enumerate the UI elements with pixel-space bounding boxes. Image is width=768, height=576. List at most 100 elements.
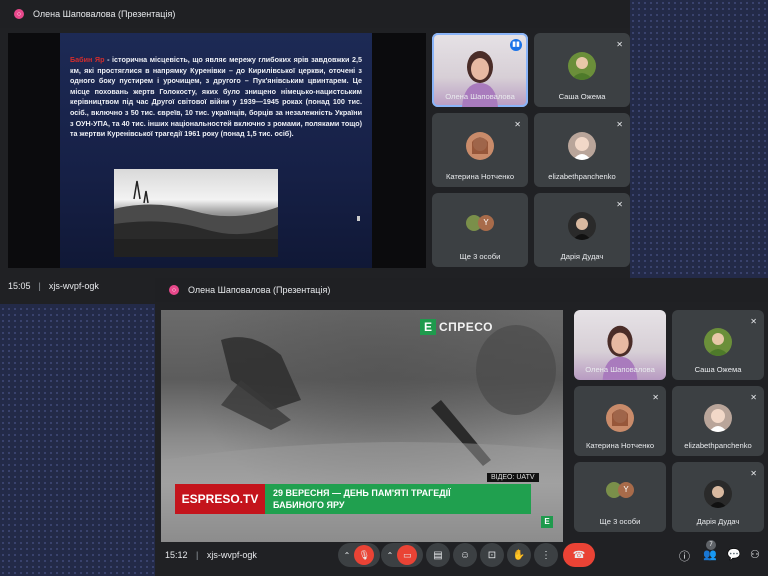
more-vert-icon: ⋮ bbox=[541, 549, 551, 561]
slide-body: - історична місцевість, що являє мережу … bbox=[70, 55, 362, 139]
participant-name: Олена Шаповалова bbox=[585, 365, 655, 374]
participant-tile-self[interactable]: Олена Шаповалова bbox=[574, 310, 666, 380]
emoji-icon: ☺ bbox=[459, 549, 471, 561]
present-button[interactable]: ⊡ bbox=[480, 543, 504, 567]
mouse-cursor bbox=[357, 216, 360, 221]
avatar bbox=[568, 52, 596, 81]
raise-hand-button[interactable]: ✋ bbox=[507, 543, 531, 567]
mic-off-icon: ✕ bbox=[616, 40, 623, 49]
mic-off-icon: ✕ bbox=[750, 393, 757, 402]
participant-tile[interactable]: ✕ Саша Ожема bbox=[534, 33, 630, 107]
participant-tile[interactable]: ✕ elizabethpanchenko bbox=[534, 113, 630, 187]
chevron-up-icon: ⌃ bbox=[386, 550, 394, 560]
participant-tile[interactable]: ✕ Дарія Дудач bbox=[534, 193, 630, 267]
shared-video: Е СПРЕСО ВІДЕО: UATV ESPRESO.TV 29 ВЕРЕС… bbox=[161, 310, 563, 542]
avatar-initial: Y bbox=[618, 482, 634, 498]
slide-content: Бабин Яр - історична місцевість, що явля… bbox=[60, 33, 372, 268]
speaking-indicator-icon: ▮▮ bbox=[510, 39, 522, 51]
mic-off-icon: ✕ bbox=[750, 317, 757, 326]
participant-name: Катерина Нотченко bbox=[445, 172, 515, 181]
camera-off-icon[interactable]: ▭ bbox=[397, 545, 418, 565]
participant-name: Саша Ожема bbox=[694, 365, 742, 374]
more-options-button[interactable]: ⋮ bbox=[534, 543, 558, 567]
participant-tile-others[interactable]: Y Ще 3 особи bbox=[574, 462, 666, 532]
presentation-title: Олена Шаповалова (Презентація) bbox=[33, 9, 176, 19]
news-lower-third: ESPRESO.TV 29 ВЕРЕСНЯ — ДЕНЬ ПАМ'ЯТІ ТРА… bbox=[175, 484, 531, 514]
people-icon[interactable]: 👥 bbox=[703, 548, 717, 561]
participant-tile[interactable]: ✕ Катерина Нотченко bbox=[432, 113, 528, 187]
meet-window-top: ○ Олена Шаповалова (Презентація) Бабин Я… bbox=[0, 0, 630, 304]
others-avatars: Y bbox=[466, 214, 494, 231]
participant-tile[interactable]: ✕ Дарія Дудач bbox=[672, 462, 764, 532]
presenter-avatar-icon: ○ bbox=[14, 9, 24, 19]
mic-off-icon: ✕ bbox=[652, 393, 659, 402]
participant-name: Саша Ожема bbox=[558, 92, 606, 101]
chat-icon[interactable]: 💬 bbox=[727, 548, 741, 561]
avatar-initial: Y bbox=[478, 214, 494, 231]
participant-name: Дарія Дудач bbox=[696, 517, 740, 526]
espreso-logo-text: СПРЕСО bbox=[439, 320, 493, 334]
avatar bbox=[704, 479, 732, 508]
participant-tile[interactable]: ✕ Саша Ожема bbox=[672, 310, 764, 380]
participant-tile-self[interactable]: ▮▮ Олена Шаповалова bbox=[432, 33, 528, 107]
others-avatars: Y bbox=[606, 482, 634, 498]
participant-name: elizabethpanchenko bbox=[548, 172, 616, 181]
divider: | bbox=[38, 281, 41, 291]
channel-brand: ESPRESO.TV bbox=[175, 484, 265, 514]
ravine-photo bbox=[114, 180, 278, 257]
espreso-logo: Е bbox=[420, 319, 437, 335]
chevron-up-icon: ⌃ bbox=[343, 550, 351, 560]
avatar bbox=[704, 403, 732, 432]
participant-name: Дарія Дудач bbox=[560, 252, 604, 261]
slide-highlight: Бабин Яр bbox=[70, 55, 105, 64]
mic-off-icon: ✕ bbox=[750, 469, 757, 478]
captions-button[interactable]: ▤ bbox=[426, 543, 450, 567]
participant-tile[interactable]: ✕ elizabethpanchenko bbox=[672, 386, 764, 456]
presentation-title: Олена Шаповалова (Презентація) bbox=[188, 285, 331, 295]
participant-name: Олена Шаповалова bbox=[445, 92, 515, 101]
leave-call-button[interactable]: ☎ bbox=[563, 543, 595, 567]
present-screen-icon: ⊡ bbox=[487, 549, 497, 561]
avatar bbox=[568, 212, 596, 241]
video-credit: ВІДЕО: UATV bbox=[487, 473, 539, 482]
clock: 15:12 bbox=[165, 550, 188, 560]
channel-corner-logo: Е bbox=[541, 516, 553, 528]
participant-tile[interactable]: ✕ Катерина Нотченко bbox=[574, 386, 666, 456]
camera-control[interactable]: ⌃ ▭ bbox=[381, 543, 423, 567]
avatar bbox=[606, 403, 634, 432]
participant-name: Ще 3 особи bbox=[599, 517, 641, 526]
meet-window-bottom: ○ Олена Шаповалова (Презентація) Е СПРЕС… bbox=[155, 278, 768, 576]
mic-off-icon[interactable]: 🎙 bbox=[354, 545, 375, 565]
meeting-code: xjs-wvpf-ogk bbox=[48, 281, 99, 291]
participant-tile-others[interactable]: Y Ще 3 особи bbox=[432, 193, 528, 267]
mic-off-icon: ✕ bbox=[514, 120, 521, 129]
divider: | bbox=[196, 550, 199, 560]
avatar bbox=[568, 132, 596, 161]
participant-name: Ще 3 особи bbox=[459, 252, 501, 261]
headline-line-2: БАБИНОГО ЯРУ bbox=[273, 500, 345, 510]
activities-icon[interactable]: ⚇ bbox=[750, 548, 760, 561]
hang-up-icon: ☎ bbox=[572, 549, 586, 561]
presenter-avatar-icon: ○ bbox=[169, 285, 179, 295]
mic-control[interactable]: ⌃ 🎙 bbox=[338, 543, 380, 567]
reactions-button[interactable]: ☺ bbox=[453, 543, 477, 567]
headline-line-1: 29 ВЕРЕСНЯ — ДЕНЬ ПАМ'ЯТІ ТРАГЕДІЇ bbox=[273, 488, 451, 498]
mic-off-icon: ✕ bbox=[616, 200, 623, 209]
mic-off-icon: ✕ bbox=[616, 120, 623, 129]
slide-text: Бабин Яр - історична місцевість, що явля… bbox=[70, 55, 362, 140]
slide-photo bbox=[114, 169, 278, 257]
avatar bbox=[466, 132, 494, 161]
participant-name: elizabethpanchenko bbox=[684, 441, 752, 450]
info-icon[interactable]: ⓘ bbox=[679, 548, 690, 564]
presentation-title-bar: ○ Олена Шаповалова (Презентація) bbox=[0, 0, 630, 28]
participant-name: Катерина Нотченко bbox=[585, 441, 655, 450]
meeting-info-bar: 15:12 | xjs-wvpf-ogk bbox=[165, 550, 257, 560]
news-headline: 29 ВЕРЕСНЯ — ДЕНЬ ПАМ'ЯТІ ТРАГЕДІЇ БАБИН… bbox=[265, 484, 531, 514]
meeting-code: xjs-wvpf-ogk bbox=[206, 550, 257, 560]
captions-icon: ▤ bbox=[433, 549, 443, 561]
avatar bbox=[704, 327, 732, 356]
presentation-title-bar: ○ Олена Шаповалова (Презентація) bbox=[155, 278, 768, 302]
hand-icon: ✋ bbox=[512, 549, 526, 561]
clock: 15:05 bbox=[8, 281, 31, 291]
presentation-slide: Бабин Яр - історична місцевість, що явля… bbox=[8, 33, 426, 268]
